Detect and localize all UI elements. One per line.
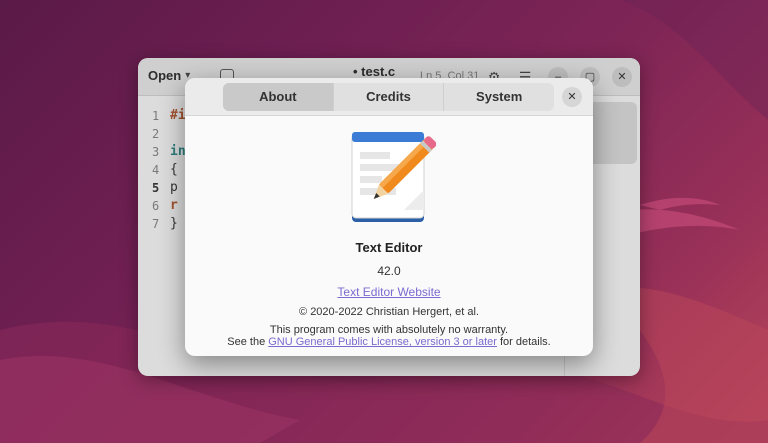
line-number: 5 (152, 181, 160, 195)
warranty-text: This program comes with absolutely no wa… (269, 324, 509, 336)
code-line: #i (170, 108, 186, 123)
text-editor-app-icon (351, 132, 436, 222)
line-number: 6 (152, 199, 160, 213)
code-line: in (170, 144, 186, 159)
document-title: • test.c (353, 64, 396, 79)
app-website-link[interactable]: Text Editor Website (185, 285, 593, 299)
line-number-gutter: 1 2 3 4 5 6 7 (138, 96, 168, 376)
copyright-text: © 2020-2022 Christian Hergert, et al. (299, 306, 479, 318)
license-prefix: See the (227, 336, 266, 348)
license-suffix: for details. (499, 336, 551, 348)
close-icon: ✕ (567, 91, 577, 103)
code-line: p (170, 180, 178, 195)
line-number: 2 (152, 127, 160, 141)
line-number: 3 (152, 145, 160, 159)
about-dialog: About Credits System ✕ Text Editor 42.0 … (185, 78, 593, 356)
code-line: r (170, 198, 178, 213)
tab-about[interactable]: About (223, 83, 334, 111)
tab-credits[interactable]: Credits (334, 83, 445, 111)
license-text: See the GNU General Public License, vers… (185, 336, 593, 348)
close-dialog-button[interactable]: ✕ (562, 87, 582, 107)
license-link[interactable]: GNU General Public License, version 3 or… (268, 336, 497, 348)
about-dialog-header: About Credits System ✕ (185, 78, 593, 116)
close-window-button[interactable]: ✕ (612, 67, 632, 87)
line-number: 1 (152, 109, 160, 123)
open-button-label: Open (148, 68, 182, 83)
line-number: 4 (152, 163, 160, 177)
open-button[interactable]: Open ▾ (148, 68, 190, 83)
line-number: 7 (152, 217, 160, 231)
app-version: 42.0 (377, 264, 401, 278)
about-tab-bar: About Credits System (223, 83, 554, 111)
app-name: Text Editor (355, 240, 423, 255)
code-line: { (170, 162, 178, 177)
tab-system[interactable]: System (444, 83, 554, 111)
code-line: } (170, 216, 178, 231)
